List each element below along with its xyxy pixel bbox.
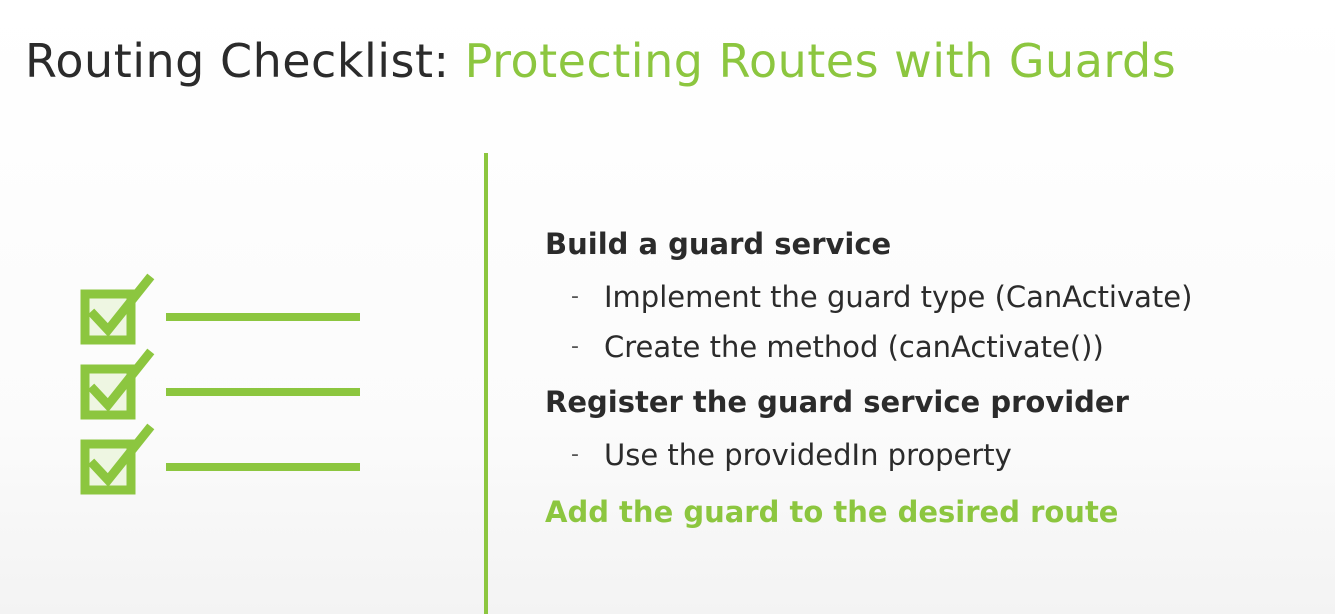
bullet-marker: - [571, 334, 579, 359]
bullet-list: - Use the providedIn property [545, 430, 1325, 480]
section-heading: Register the guard service provider [545, 385, 1129, 419]
section-add-guard: Add the guard to the desired route [545, 490, 1325, 534]
checklist-row-3 [80, 423, 360, 495]
bullet-marker: - [571, 284, 579, 309]
checklist-row-1 [80, 273, 360, 345]
bullet-list: - Implement the guard type (CanActivate)… [545, 272, 1325, 372]
slide-title: Routing Checklist: Protecting Routes wit… [25, 34, 1176, 89]
title-accent: Protecting Routes with Guards [464, 34, 1177, 88]
title-prefix: Routing Checklist: [25, 34, 465, 88]
bullet-item: - Use the providedIn property [545, 430, 1325, 480]
section-register-provider: Register the guard service provider - Us… [545, 380, 1325, 480]
checklist-content: Build a guard service - Implement the gu… [545, 222, 1325, 538]
bullet-text: Implement the guard type (CanActivate) [604, 280, 1193, 314]
bullet-marker: - [571, 442, 579, 467]
checklist-icon [70, 272, 370, 502]
bullet-text: Create the method (canActivate()) [604, 330, 1104, 364]
checklist-row-2 [80, 348, 360, 420]
bullet-text: Use the providedIn property [604, 438, 1012, 472]
bullet-item: - Implement the guard type (CanActivate) [545, 272, 1325, 322]
section-heading: Build a guard service [545, 227, 892, 261]
section-heading-highlight: Add the guard to the desired route [545, 495, 1119, 529]
vertical-divider [484, 153, 488, 614]
section-build-guard: Build a guard service - Implement the gu… [545, 222, 1325, 372]
bullet-item: - Create the method (canActivate()) [545, 322, 1325, 372]
